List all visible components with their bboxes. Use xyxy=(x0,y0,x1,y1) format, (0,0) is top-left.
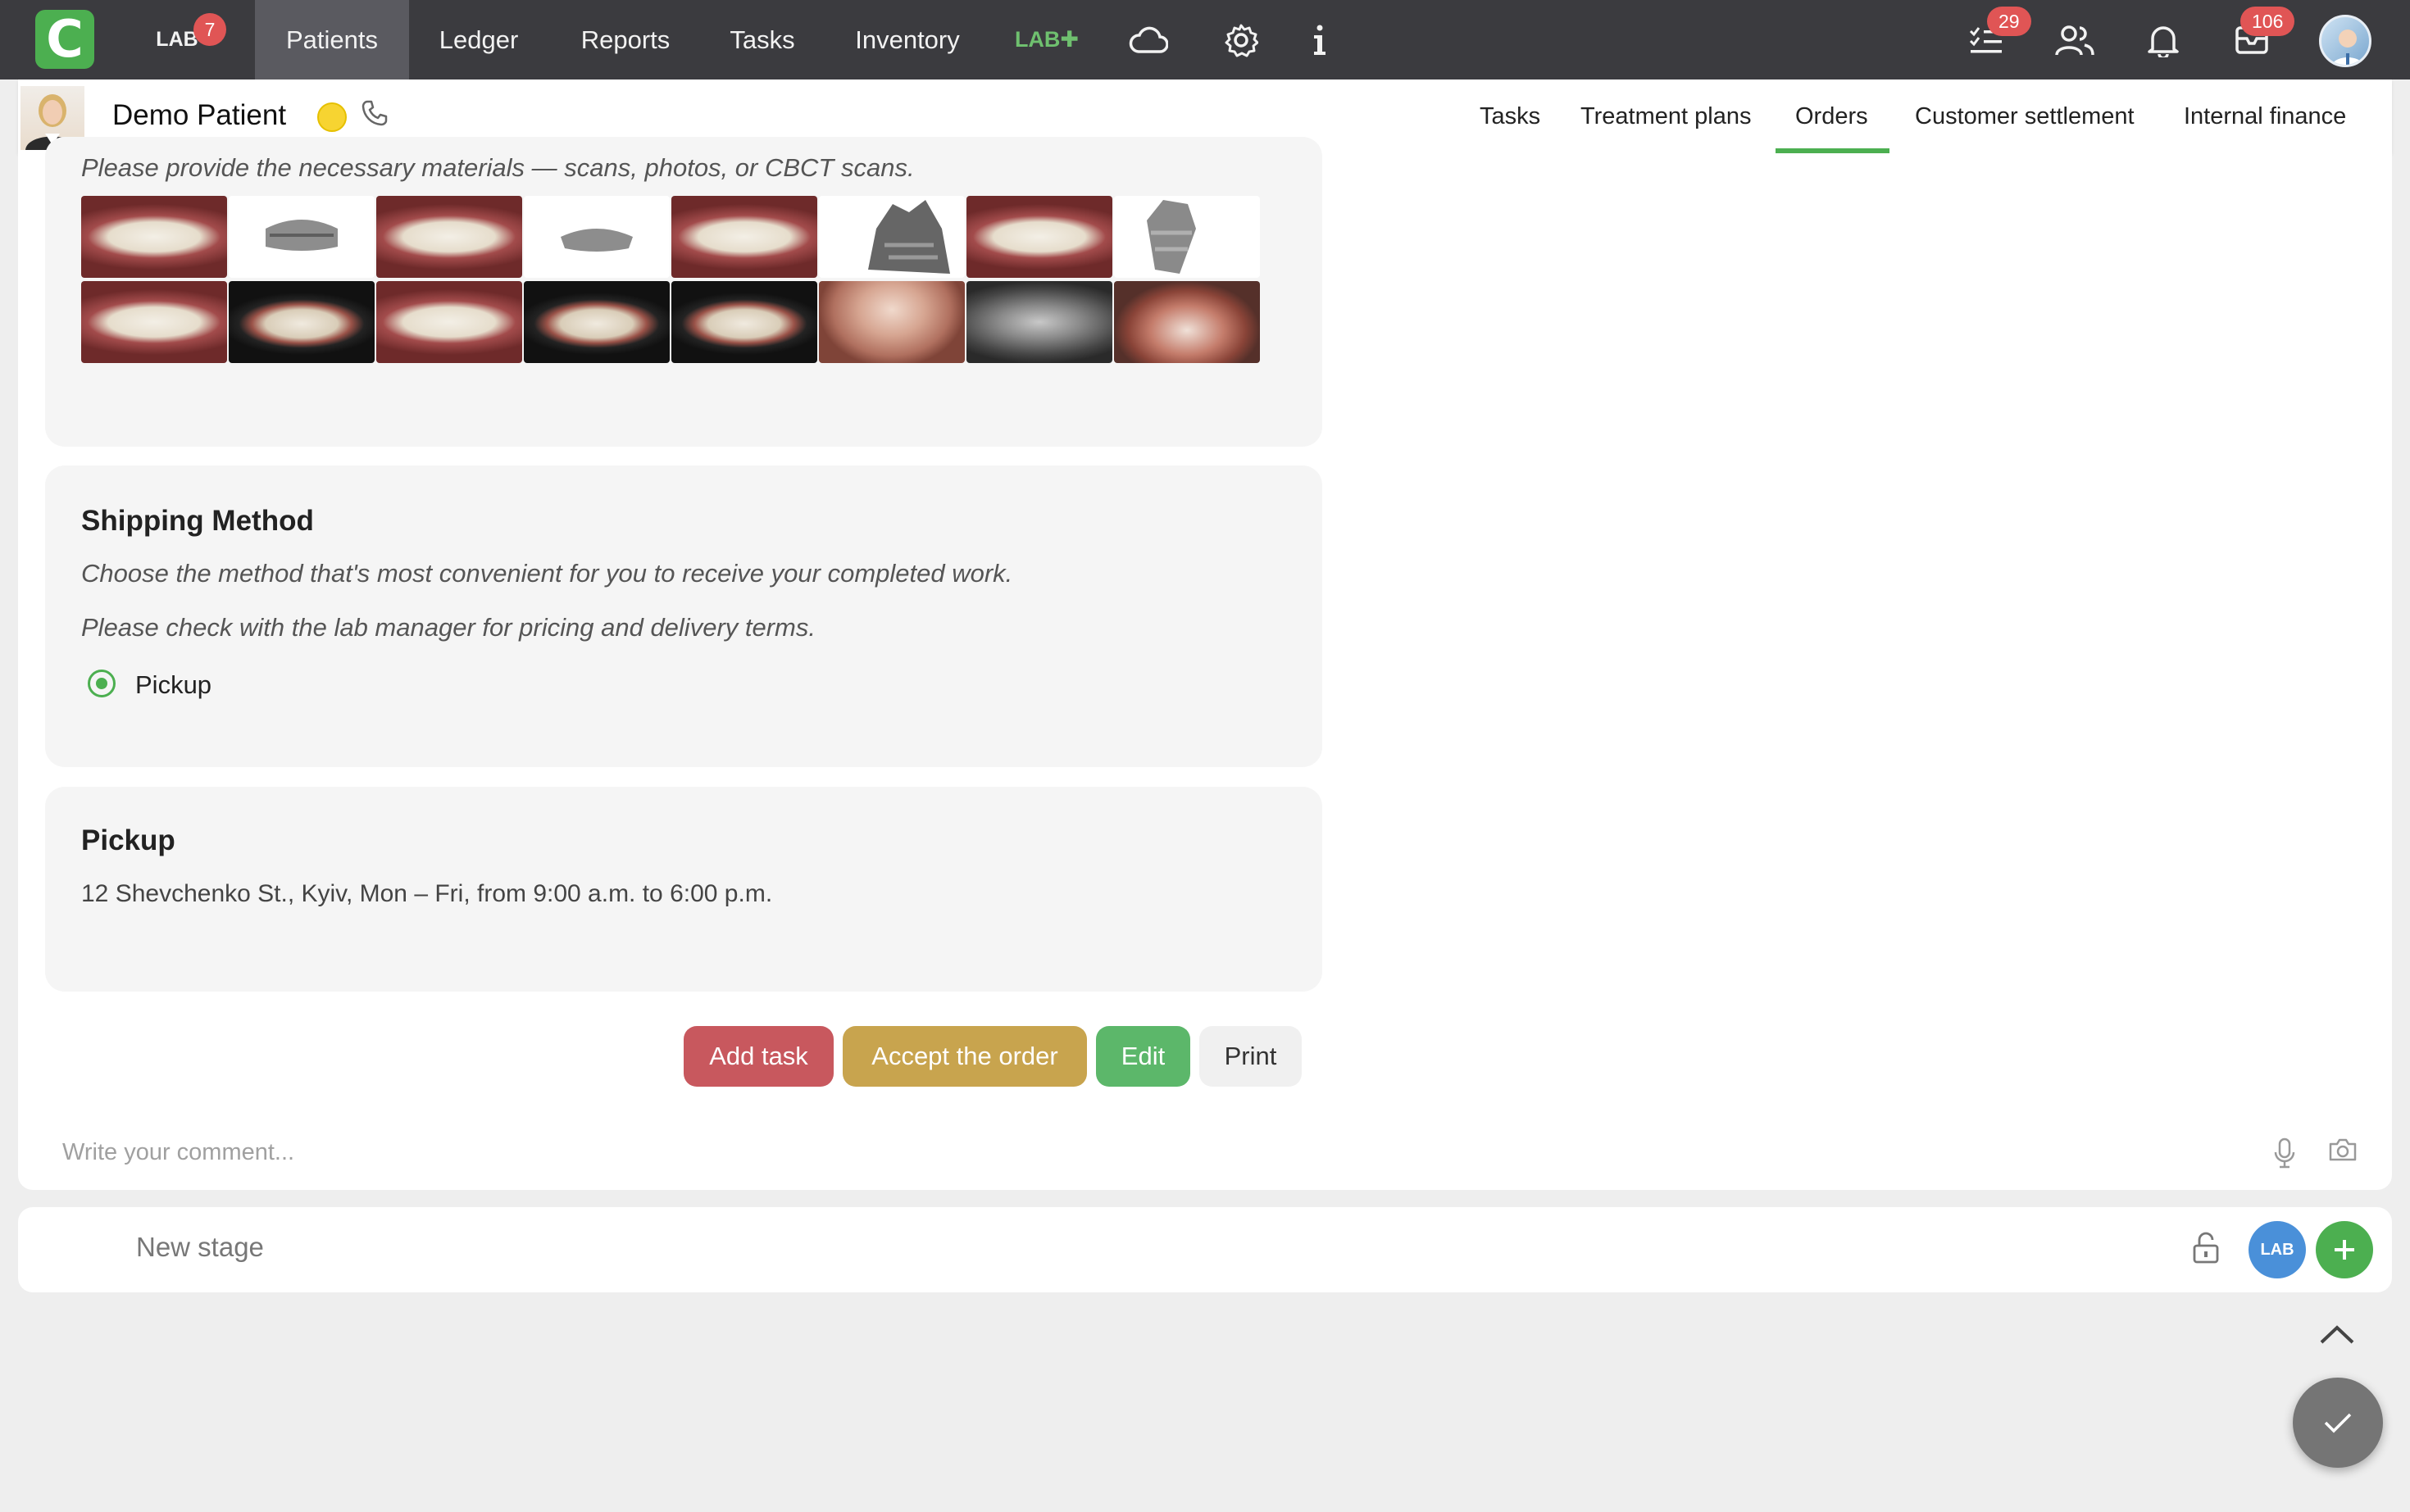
check-icon xyxy=(2324,1413,2352,1433)
photo-thumbnail[interactable] xyxy=(966,196,1112,278)
nav-tasks[interactable]: Tasks xyxy=(715,0,810,79)
nav-reports[interactable]: Reports xyxy=(566,0,685,79)
pickup-radio[interactable] xyxy=(88,670,116,697)
messages-count-badge: 106 xyxy=(2240,7,2295,36)
nav-inventory[interactable]: Inventory xyxy=(839,0,975,79)
cbct-thumbnail[interactable] xyxy=(1114,196,1260,278)
nav-patients[interactable]: Patients xyxy=(255,0,409,79)
add-stage-button[interactable] xyxy=(2316,1221,2373,1278)
photo-thumbnail[interactable] xyxy=(376,196,522,278)
accept-order-button[interactable]: Accept the order xyxy=(843,1026,1087,1087)
materials-hint: Please provide the necessary materials —… xyxy=(81,153,915,182)
new-stage-bar: New stage LAB xyxy=(18,1207,2392,1292)
user-avatar[interactable] xyxy=(2319,15,2371,67)
print-button[interactable]: Print xyxy=(1199,1026,1302,1087)
section-title: Pickup xyxy=(81,824,175,856)
gear-icon[interactable] xyxy=(1219,18,1263,62)
lab-assignee-button[interactable]: LAB xyxy=(2249,1221,2306,1278)
cloud-icon[interactable] xyxy=(1126,18,1171,62)
photo-thumbnail[interactable] xyxy=(229,281,375,363)
pickup-section: Pickup 12 Shevchenko St., Kyiv, Mon – Fr… xyxy=(45,787,1322,992)
tab-treatment-plans[interactable]: Treatment plans xyxy=(1580,79,1751,153)
tab-tasks[interactable]: Tasks xyxy=(1480,79,1540,153)
shipping-description: Choose the method that's most convenient… xyxy=(81,559,1013,588)
materials-gallery xyxy=(81,196,1276,365)
microphone-icon[interactable] xyxy=(2272,1137,2305,1169)
comment-input[interactable]: Write your comment... xyxy=(62,1139,294,1166)
tasks-count-badge: 29 xyxy=(1987,7,2031,36)
top-navigation: C LAB 7 Patients Ledger Reports Tasks In… xyxy=(0,0,2410,79)
edit-button[interactable]: Edit xyxy=(1096,1026,1190,1087)
camera-icon[interactable] xyxy=(2328,1137,2361,1169)
nav-lab-plus[interactable]: LAB✚ xyxy=(1007,0,1087,79)
xray-thumbnail[interactable] xyxy=(966,281,1112,363)
new-stage-label[interactable]: New stage xyxy=(136,1232,264,1263)
chevron-up-icon[interactable] xyxy=(2317,1321,2358,1354)
unlock-icon[interactable] xyxy=(2192,1232,2225,1265)
lab-count-badge: 7 xyxy=(193,13,226,46)
shipping-note: Please check with the lab manager for pr… xyxy=(81,613,816,642)
add-task-button[interactable]: Add task xyxy=(684,1026,834,1087)
tab-orders[interactable]: Orders xyxy=(1795,79,1868,153)
bell-icon[interactable] xyxy=(2141,18,2185,62)
scan-thumbnail[interactable] xyxy=(229,196,375,278)
scan-thumbnail[interactable] xyxy=(524,196,670,278)
pickup-address: 12 Shevchenko St., Kyiv, Mon – Fri, from… xyxy=(81,880,773,907)
photo-thumbnail[interactable] xyxy=(81,281,227,363)
photo-thumbnail[interactable] xyxy=(671,196,817,278)
photo-thumbnail[interactable] xyxy=(819,281,965,363)
phone-icon[interactable] xyxy=(361,99,393,132)
plus-icon xyxy=(2335,1240,2354,1260)
nav-lab[interactable]: LAB xyxy=(156,0,198,79)
materials-section: Please provide the necessary materials —… xyxy=(45,137,1322,447)
photo-thumbnail[interactable] xyxy=(524,281,670,363)
tab-customer-settlement[interactable]: Customer settlement xyxy=(1915,79,2135,153)
photo-thumbnail[interactable] xyxy=(671,281,817,363)
photo-thumbnail[interactable] xyxy=(81,196,227,278)
nav-ledger[interactable]: Ledger xyxy=(423,0,534,79)
patient-name[interactable]: Demo Patient xyxy=(112,99,286,132)
section-title: Shipping Method xyxy=(81,505,314,537)
photo-thumbnail[interactable] xyxy=(1114,281,1260,363)
tab-internal-finance[interactable]: Internal finance xyxy=(2184,79,2346,153)
pickup-option-label[interactable]: Pickup xyxy=(135,670,211,700)
photo-thumbnail[interactable] xyxy=(376,281,522,363)
shipping-method-section: Shipping Method Choose the method that's… xyxy=(45,465,1322,767)
cbct-thumbnail[interactable] xyxy=(819,196,965,278)
users-icon[interactable] xyxy=(2053,18,2097,62)
app-logo[interactable]: C xyxy=(35,10,94,69)
info-icon[interactable] xyxy=(1298,18,1342,62)
status-indicator-icon xyxy=(317,102,347,132)
confirm-fab-button[interactable] xyxy=(2293,1378,2383,1468)
